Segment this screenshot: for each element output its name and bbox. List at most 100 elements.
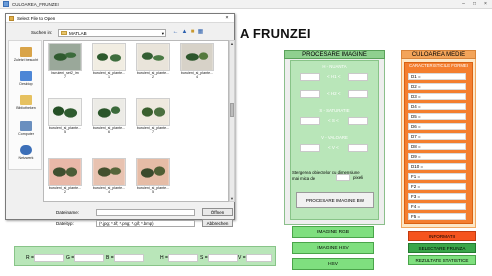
h1-max-input[interactable] — [348, 73, 368, 81]
leaf-image-icon — [137, 44, 169, 70]
dialog-titlebar: Select File to Open × — [6, 14, 234, 23]
s-label: < S < — [328, 118, 339, 123]
file-thumbnail[interactable] — [92, 158, 126, 186]
maximize-button[interactable]: □ — [470, 1, 479, 7]
statistics-results-button[interactable]: REZULTATE STATISTICE — [408, 255, 476, 265]
medium-color-header: CULOAREA MEDIE — [401, 50, 476, 59]
feature-row-d1: D1 = — [408, 73, 466, 80]
file-thumbnail[interactable] — [180, 43, 214, 71]
v-max-input[interactable] — [348, 144, 368, 152]
file-caption[interactable]: buruieni_si_plante... 4 — [87, 186, 131, 194]
r-value-field — [34, 254, 64, 262]
back-icon[interactable]: ← — [172, 29, 179, 36]
feature-row-d5: D5 = — [408, 113, 466, 120]
feature-row-f5: F5 = — [408, 213, 466, 220]
file-caption[interactable]: buruieni_set2_im 7 — [44, 71, 87, 79]
info-button[interactable]: INFORMATII — [408, 231, 476, 241]
s-value-label: S = — [200, 255, 208, 261]
v-value-label: V = — [238, 255, 246, 261]
place-computer-label: Computer — [18, 132, 34, 136]
processing-panel-header: PROCESARE IMAGINE — [284, 50, 385, 59]
hsv-button[interactable]: HSV — [292, 258, 374, 270]
g-label: G = — [66, 255, 75, 261]
h1-min-input[interactable] — [300, 73, 320, 81]
leaf-image-icon — [137, 159, 169, 185]
filetype-label: Dateityp: — [56, 221, 74, 226]
value-title: V - VALOARE — [321, 135, 348, 140]
minimize-button[interactable]: – — [459, 1, 468, 7]
leaf-image-icon — [93, 44, 125, 70]
leaf-image-icon — [93, 99, 125, 125]
file-list: buruieni_set2_im 7 buruieni_si_plante... 1… — [43, 40, 229, 202]
leaf-image-icon — [93, 159, 125, 185]
image-hsv-button[interactable]: IMAGINE HSV — [292, 242, 374, 254]
scrollbar-thumb[interactable] — [230, 103, 234, 117]
select-leaf-button[interactable]: SELECTARE FRUNZA — [408, 243, 476, 253]
filetype-dropdown[interactable]: (*.jpg; *.tif; *.png; *.gif; *.bmp) — [96, 220, 195, 227]
s-min-input[interactable] — [300, 117, 320, 125]
new-folder-icon[interactable]: ■ — [189, 29, 196, 36]
file-caption[interactable]: buruieni_si_plante... 1 — [87, 71, 131, 79]
look-in-dropdown[interactable]: MATLAB ▾ — [58, 29, 166, 37]
min-size-input[interactable] — [336, 174, 350, 181]
dialog-close-button[interactable]: × — [222, 15, 232, 22]
close-button[interactable]: × — [481, 1, 490, 7]
file-caption[interactable]: buruieni_si_plante... 5 — [131, 186, 175, 194]
file-thumbnail[interactable] — [48, 158, 82, 186]
filename-label: Dateiname: — [56, 210, 80, 215]
feature-row-d3: D3 = — [408, 93, 466, 100]
h2-max-input[interactable] — [348, 90, 368, 98]
s-value-field — [208, 254, 238, 262]
place-recent[interactable]: Zuletzt besucht — [11, 47, 41, 62]
feature-row-d4: D4 = — [408, 103, 466, 110]
leaf-image-icon — [49, 44, 81, 70]
feature-row-f4: F4 = — [408, 203, 466, 210]
file-thumbnail[interactable] — [48, 43, 82, 71]
shape-features-title: CARACTERISTICILE FORMEI — [409, 63, 468, 68]
file-caption[interactable]: buruieni_si_plante... 2 — [44, 186, 87, 194]
saturation-title: S - SATURATIE — [319, 108, 350, 113]
v-label: < V < — [328, 145, 339, 150]
feature-row-d10: D10 = — [408, 163, 466, 170]
g-value-field — [74, 254, 104, 262]
up-folder-icon[interactable]: ▲ — [181, 29, 188, 36]
leaf-image-icon — [137, 99, 169, 125]
process-bw-button[interactable]: PROCESARE IMAGINE BW — [296, 192, 374, 208]
network-icon — [20, 145, 32, 155]
file-thumbnail[interactable] — [136, 158, 170, 186]
file-caption[interactable]: buruieni_si_plante... 2 — [131, 71, 175, 79]
v-min-input[interactable] — [300, 144, 320, 152]
file-list-scrollbar[interactable]: ▲ ▼ — [229, 40, 235, 202]
file-thumbnail[interactable] — [48, 98, 82, 126]
file-caption[interactable]: buruieni_si_plante... 5 — [44, 126, 87, 134]
place-network[interactable]: Netzwerk — [11, 145, 41, 160]
open-button[interactable]: Öffnen — [202, 208, 233, 216]
h2-min-input[interactable] — [300, 90, 320, 98]
pixels-label: pixeli — [353, 175, 364, 180]
file-thumbnail[interactable] — [92, 43, 126, 71]
image-rgb-button[interactable]: IMAGINE RGB — [292, 226, 374, 238]
file-thumbnail[interactable] — [92, 98, 126, 126]
hue-title: H - NUANTA — [322, 64, 347, 69]
place-computer[interactable]: Computer — [11, 121, 41, 136]
h-value-field — [168, 254, 198, 262]
b-value-field — [114, 254, 144, 262]
filename-input[interactable] — [96, 209, 195, 216]
file-caption[interactable]: buruieni_si_plante... 6 — [87, 126, 131, 134]
s-max-input[interactable] — [348, 117, 368, 125]
scroll-down-icon[interactable]: ▼ — [230, 196, 234, 201]
file-caption[interactable]: buruieni_si_plante... 7 — [131, 126, 175, 134]
file-caption[interactable]: buruieni_si_plante... 4 — [175, 71, 219, 79]
scroll-up-icon[interactable]: ▲ — [230, 41, 234, 46]
b-label: B = — [106, 255, 114, 261]
file-thumbnail[interactable] — [136, 98, 170, 126]
h1-label: < H1 < — [327, 74, 341, 79]
place-desktop[interactable]: Desktop — [11, 71, 41, 86]
view-menu-icon[interactable]: ▦ — [197, 29, 204, 36]
place-libraries-label: Bibliotheken — [16, 106, 36, 110]
desktop-icon — [20, 71, 32, 81]
place-libraries[interactable]: Bibliotheken — [11, 95, 41, 110]
cancel-button[interactable]: Abbrechen — [202, 219, 233, 227]
libraries-icon — [20, 95, 32, 105]
file-thumbnail[interactable] — [136, 43, 170, 71]
